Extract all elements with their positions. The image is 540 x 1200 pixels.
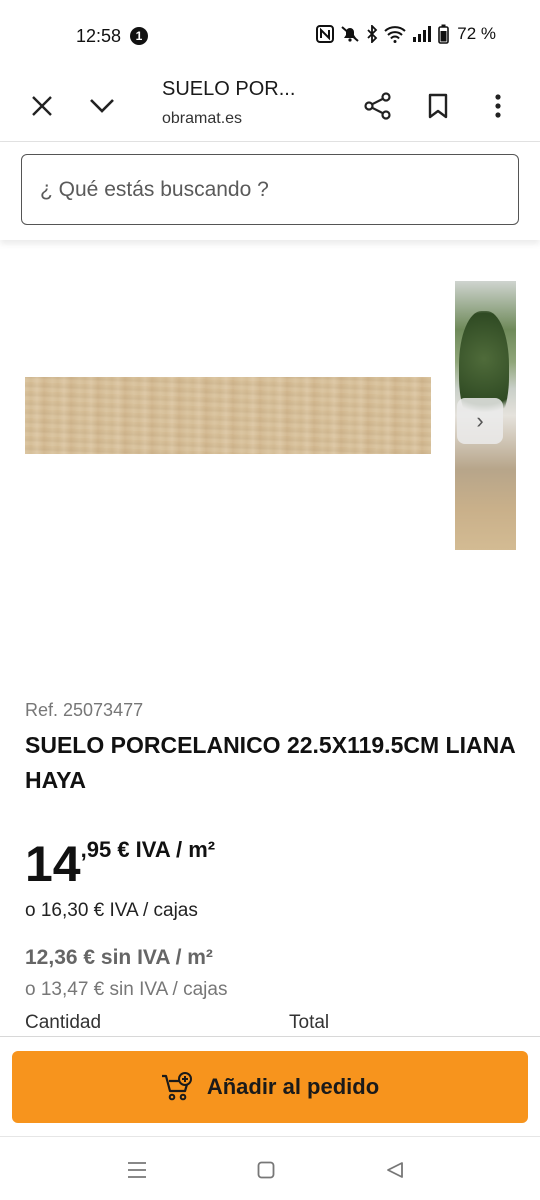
battery-level: 72 % (457, 24, 496, 43)
cart-add-icon (161, 1072, 192, 1101)
nfc-icon (316, 25, 335, 43)
battery-icon (438, 24, 450, 44)
bookmark-button[interactable] (418, 86, 458, 126)
square-icon (257, 1161, 275, 1179)
quantity-label: Cantidad (25, 1012, 102, 1033)
close-tab-button[interactable] (22, 86, 62, 126)
price-net-per-box: o 13,47 € sin IVA / cajas (25, 979, 228, 1000)
menu-icon (128, 1162, 146, 1178)
search-input[interactable] (21, 154, 519, 225)
add-to-order-button[interactable]: Añadir al pedido (12, 1051, 528, 1123)
product-gallery[interactable]: › (0, 240, 540, 690)
bluetooth-icon (367, 25, 378, 43)
browser-toolbar: SUELO POR... obramat.es (0, 70, 540, 142)
more-options-button[interactable] (478, 86, 518, 126)
product-name: SUELO PORCELANICO 22.5X119.5CM LIANA HAY… (25, 732, 515, 793)
bookmark-icon (428, 93, 448, 119)
mute-icon (341, 26, 359, 42)
price-integer: 14 (25, 836, 81, 892)
home-button[interactable] (251, 1155, 281, 1185)
price-per-box: o 16,30 € IVA / cajas (25, 900, 198, 921)
price-main: 14,95 € IVA / m² (25, 835, 215, 893)
page-title: SUELO POR... (162, 78, 296, 100)
close-icon (32, 96, 52, 116)
recent-apps-button[interactable] (122, 1155, 152, 1185)
gallery-next-button[interactable]: › (457, 398, 503, 444)
minimize-button[interactable] (82, 86, 122, 126)
back-button[interactable] (380, 1155, 410, 1185)
search-bar (0, 142, 540, 240)
system-nav-bar (0, 1136, 540, 1200)
product-reference: Ref. 25073477 (25, 700, 144, 720)
share-icon (364, 92, 391, 120)
triangle-back-icon (387, 1162, 403, 1178)
status-bar: 12:58 1 72 % (0, 0, 540, 70)
cta-panel: Añadir al pedido (0, 1036, 540, 1136)
status-time: 12:58 (76, 26, 122, 46)
product-image[interactable] (25, 377, 431, 454)
price-decimal-unit: ,95 € IVA / m² (80, 837, 216, 862)
chevron-right-icon: › (476, 408, 484, 433)
more-vertical-icon (495, 94, 501, 118)
wifi-icon (384, 26, 406, 43)
add-to-order-label: Añadir al pedido (206, 1074, 380, 1099)
price-net: 12,36 € sin IVA / m² (25, 946, 213, 969)
notification-badge: 1 (130, 27, 148, 45)
signal-icon (413, 26, 432, 42)
chevron-down-icon (90, 99, 114, 113)
total-label: Total (289, 1012, 330, 1033)
status-icons: 72 % (316, 24, 496, 44)
share-button[interactable] (358, 86, 398, 126)
page-host: obramat.es (162, 110, 243, 127)
